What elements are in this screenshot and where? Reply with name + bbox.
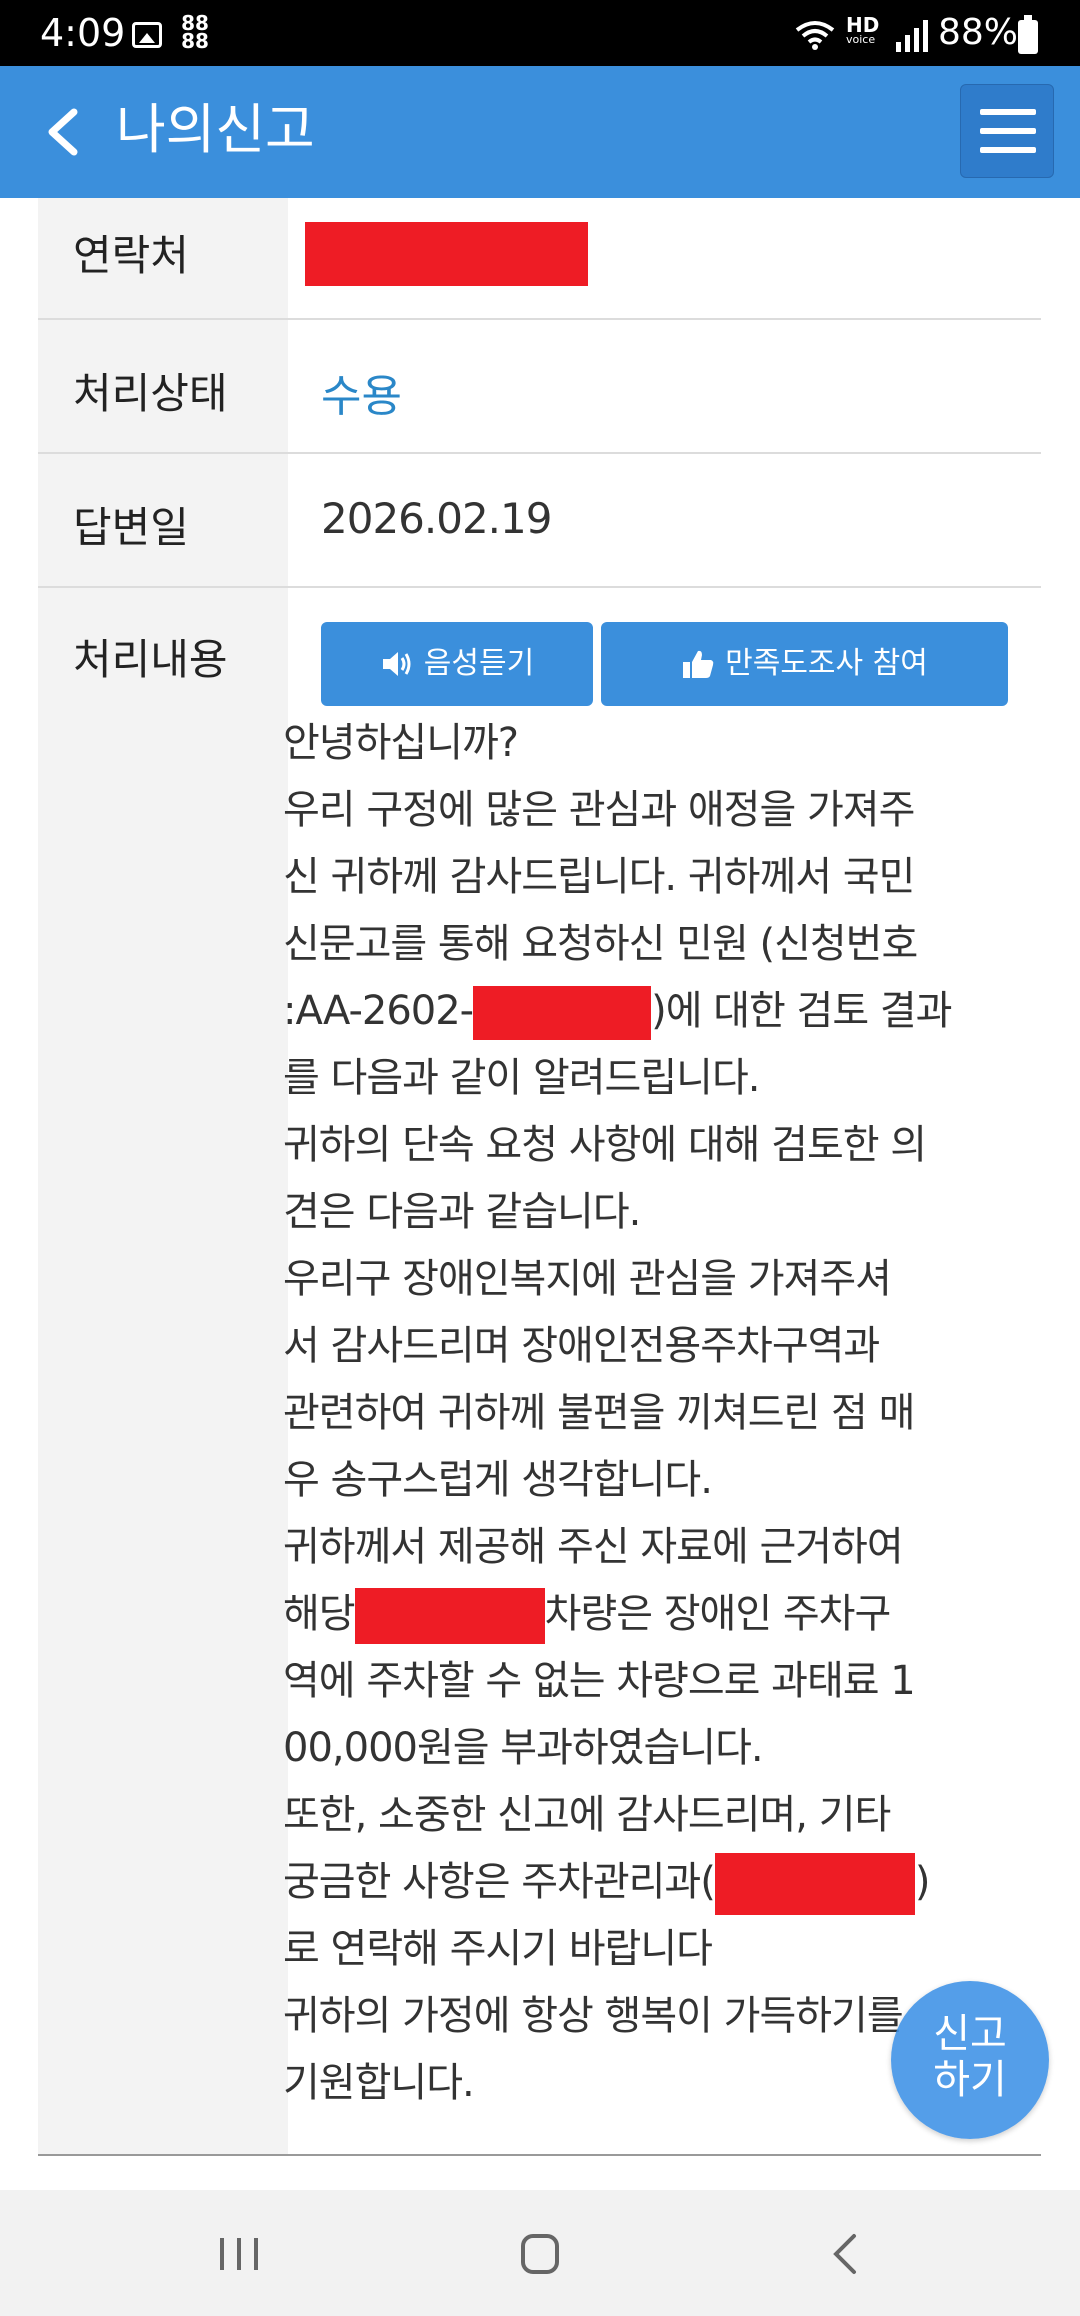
content-line: 서 감사드리며 장애인전용주차구역과 — [283, 1323, 880, 1369]
contact-row: 연락처 — [38, 198, 1041, 320]
app-header: 나의신고 — [0, 66, 1080, 198]
app-notification-icon: 88 88 — [181, 11, 209, 53]
content-line: 를 다음과 같이 알려드립니다. — [283, 1055, 760, 1101]
satisfaction-survey-label: 만족도조사 참여 — [725, 646, 928, 681]
battery-icon — [1018, 15, 1038, 54]
answer-date-row: 답변일 2026.02.19 — [38, 454, 1041, 588]
answer-date-label: 답변일 — [38, 454, 288, 586]
fab-label-line2: 하기 — [933, 2057, 1007, 2103]
home-icon[interactable] — [521, 2234, 559, 2274]
content-line: 관련하여 귀하께 불편을 끼쳐드린 점 매 — [283, 1390, 915, 1436]
redacted-application-number — [473, 986, 652, 1040]
answer-date-cell: 2026.02.19 — [288, 454, 1041, 586]
content-line: :AA-2602- )에 대한 검토 결과 — [283, 978, 1013, 1045]
nav-back-icon[interactable] — [828, 2232, 862, 2276]
back-arrow-icon[interactable] — [36, 102, 96, 162]
redacted-vehicle-number — [354, 1588, 545, 1644]
status-cell: 수용 — [288, 320, 1041, 452]
redacted-contact — [305, 222, 588, 286]
recent-apps-icon[interactable] — [218, 2234, 260, 2274]
content-line-part: 궁금한 사항은 주차관리과( — [283, 1859, 716, 1905]
system-nav-bar — [0, 2190, 1080, 2316]
content-line: 또한, 소중한 신고에 감사드리며, 기타 — [283, 1792, 891, 1838]
content-line: 귀하께서 제공해 주신 자료에 근거하여 — [283, 1524, 904, 1570]
hamburger-line — [980, 147, 1036, 153]
fab-label-line1: 신고 — [933, 2011, 1007, 2057]
application-number-prefix: :AA-2602- — [283, 988, 474, 1034]
content-line: 우리구 장애인복지에 관심을 가져주셔 — [283, 1256, 892, 1302]
content-label: 처리내용 — [38, 588, 288, 2154]
content-line-part: 해당 — [283, 1591, 356, 1637]
status-row: 처리상태 수용 — [38, 320, 1041, 454]
listen-voice-button[interactable]: 음성듣기 — [321, 622, 593, 706]
content-line: 신문고를 통해 요청하신 민원 (신청번호 — [283, 921, 918, 967]
thumbs-up-icon — [683, 650, 714, 678]
contact-value — [288, 198, 1041, 318]
status-value: 수용 — [321, 371, 402, 422]
menu-button[interactable] — [960, 84, 1054, 178]
status-time: 4:09 — [40, 11, 126, 55]
hd-voice-icon: HD voice — [846, 15, 879, 46]
content-line-part: 차량은 장애인 주차구 — [544, 1591, 892, 1637]
response-content: 안녕하십니까? 우리 구정에 많은 관심과 애정을 가져주 신 귀하께 감사드립… — [283, 710, 1013, 2117]
content-line-part: ) — [914, 1859, 931, 1905]
content-line: 안녕하십니까? — [283, 720, 519, 766]
status-label: 처리상태 — [38, 320, 288, 452]
content-line: 우 송구스럽게 생각합니다. — [283, 1457, 713, 1503]
content-line: 해당 차량은 장애인 주차구 — [283, 1581, 1013, 1648]
content-line: 신 귀하께 감사드립니다. 귀하께서 국민 — [283, 854, 915, 900]
redacted-phone-number — [714, 1853, 915, 1915]
page-title: 나의신고 — [116, 98, 315, 161]
answer-date-value: 2026.02.19 — [321, 494, 552, 543]
speaker-icon — [382, 652, 411, 676]
content-line: 궁금한 사항은 주차관리과() — [283, 1849, 1013, 1916]
battery-percent: 88% — [938, 12, 1019, 53]
content-line: 로 연락해 주시기 바랍니다 — [283, 1926, 713, 1972]
hamburger-icon — [980, 109, 1036, 115]
contact-label: 연락처 — [38, 198, 288, 318]
content-line: 견은 다음과 같습니다. — [283, 1189, 641, 1235]
content-line: 귀하의 단속 요청 사항에 대해 검토한 의 — [283, 1122, 927, 1168]
status-bar: 4:09 88 88 HD voice 88% — [0, 0, 1080, 66]
content-line-part: )에 대한 검토 결과 — [651, 988, 952, 1034]
gallery-notification-icon — [132, 22, 162, 48]
report-fab-button[interactable]: 신고 하기 — [891, 1981, 1049, 2139]
voice-label: voice — [846, 33, 876, 46]
content-line: 역에 주차할 수 없는 차량으로 과태료 1 — [283, 1658, 916, 1704]
satisfaction-survey-button[interactable]: 만족도조사 참여 — [601, 622, 1008, 706]
listen-voice-label: 음성듣기 — [423, 646, 535, 681]
content-line: 00,000원을 부과하였습니다. — [283, 1725, 764, 1771]
signal-icon — [896, 20, 928, 52]
hamburger-line — [980, 128, 1036, 134]
content-line: 우리 구정에 많은 관심과 애정을 가져주 — [283, 787, 915, 833]
wifi-icon — [795, 21, 835, 50]
